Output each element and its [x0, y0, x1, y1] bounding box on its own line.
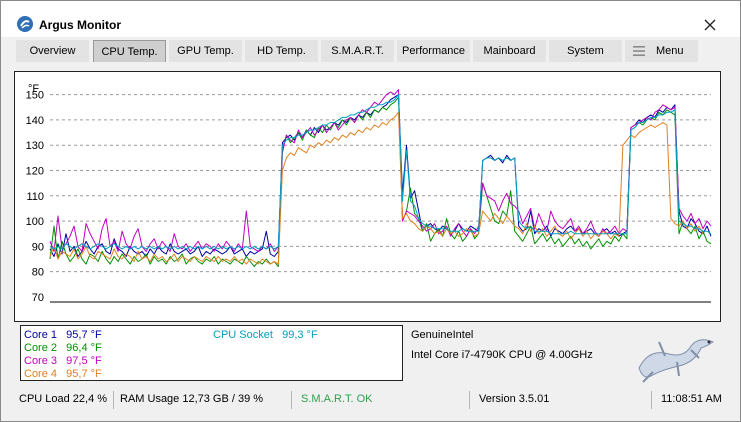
tab-label: Menu: [656, 45, 684, 57]
tab-label: GPU Temp.: [177, 45, 234, 57]
y-tick-label: 150: [26, 90, 44, 102]
y-tick-label: 80: [32, 267, 44, 279]
temperature-chart: °F 70 80 90 100 110 120 130 140 150: [14, 71, 721, 322]
status-clock: 11:08:51 AM: [661, 393, 722, 405]
tab-label: S.M.A.R.T.: [331, 45, 384, 57]
y-tick-label: 100: [26, 216, 44, 228]
series-line-cpu-socket: [49, 94, 712, 250]
tab-gpu-temp[interactable]: GPU Temp.: [169, 40, 242, 62]
tab-overview[interactable]: Overview: [16, 40, 89, 62]
tab-label: HD Temp.: [257, 45, 306, 57]
y-tick-label: 70: [32, 292, 44, 304]
status-separator: [651, 391, 652, 409]
y-tick-label: 120: [26, 166, 44, 178]
legend-core3: Core 3 97,5 °F: [24, 355, 102, 367]
status-ram-usage: RAM Usage 12,73 GB / 39 %: [120, 393, 264, 405]
tab-system[interactable]: System: [549, 40, 622, 62]
tab-label: Mainboard: [483, 45, 536, 57]
y-tick-label: 130: [26, 140, 44, 152]
status-smart: S.M.A.R.T. OK: [301, 393, 373, 405]
tab-smart[interactable]: S.M.A.R.T.: [321, 40, 394, 62]
close-icon: [704, 19, 716, 31]
hamburger-icon: [633, 46, 645, 56]
status-separator: [291, 391, 292, 409]
y-tick-label: 140: [26, 115, 44, 127]
title-bar: Argus Monitor: [1, 1, 740, 37]
y-tick-label: 110: [26, 191, 44, 203]
cpu-model: Intel Core i7-4790K CPU @ 4.00GHz: [411, 349, 593, 361]
y-tick-label: 90: [32, 241, 44, 253]
tab-label: Performance: [402, 45, 465, 57]
window-title: Argus Monitor: [39, 18, 121, 32]
legend-cpu-socket: CPU Socket 99,3 °F: [213, 329, 318, 341]
legend-core2: Core 2 96,4 °F: [24, 342, 102, 354]
status-cpu-load: CPU Load 22,4 %: [19, 393, 108, 405]
status-bar: CPU Load 22,4 % RAM Usage 12,73 GB / 39 …: [1, 389, 740, 411]
tab-hd-temp[interactable]: HD Temp.: [245, 40, 318, 62]
tab-label: Overview: [29, 45, 76, 57]
temperature-chart-canvas: °F 708090100110120130140150: [26, 83, 712, 304]
tab-mainboard[interactable]: Mainboard: [473, 40, 546, 62]
tab-cpu-temp[interactable]: CPU Temp.: [93, 40, 166, 62]
tab-label: CPU Temp.: [101, 46, 158, 58]
tab-performance[interactable]: Performance: [397, 40, 470, 62]
gecko-logo-icon: [629, 328, 724, 384]
tab-label: System: [567, 45, 604, 57]
cpu-vendor: GenuineIntel: [411, 329, 474, 341]
legend-panel: Core 1 95,7 °F Core 2 96,4 °F Core 3 97,…: [20, 325, 403, 381]
close-button[interactable]: [695, 13, 725, 37]
app-window: Argus Monitor Overview CPU Temp. GPU Tem…: [0, 0, 741, 422]
argus-logo-icon: [17, 16, 33, 32]
status-separator: [113, 391, 114, 409]
series-line-core-4: [49, 111, 704, 265]
tab-menu[interactable]: Menu: [625, 40, 698, 62]
legend-core1: Core 1 95,7 °F: [24, 329, 102, 341]
legend-core4: Core 4 95,7 °F: [24, 368, 102, 380]
status-version: Version 3.5.01: [479, 393, 550, 405]
series-line-core-1: [49, 94, 712, 257]
tab-bar: Overview CPU Temp. GPU Temp. HD Temp. S.…: [1, 39, 740, 63]
status-separator: [469, 391, 470, 409]
series-line-core-2: [49, 96, 712, 268]
